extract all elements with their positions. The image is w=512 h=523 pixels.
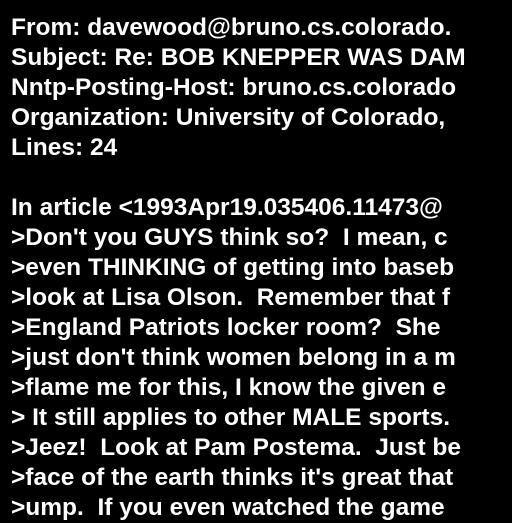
quoted-line: >face of the earth thinks it's great tha… <box>11 464 454 491</box>
quoted-line: >flame me for this, I know the given e <box>11 374 446 401</box>
header-from: From: davewood@bruno.cs.colorado. <box>11 14 452 41</box>
quoted-line: >look at Lisa Olson. Remember that f <box>11 284 451 311</box>
quoted-line: >England Patriots locker room? She <box>11 314 441 341</box>
header-organization: Organization: University of Colorado, <box>11 104 446 131</box>
message-document: From: davewood@bruno.cs.colorado. Subjec… <box>11 13 512 523</box>
header-posting-host: Nntp-Posting-Host: bruno.cs.colorado <box>11 74 457 101</box>
quoted-line: >even THINKING of getting into baseb <box>11 254 455 281</box>
quoted-line: > It still applies to other MALE sports. <box>11 404 451 431</box>
header-lines: Lines: 24 <box>11 134 118 161</box>
quoted-line: >ump. If you even watched the game <box>11 494 445 521</box>
body-attribution: In article <1993Apr19.035406.11473@ <box>11 194 443 221</box>
page: { "colors": { "background": "#000000", "… <box>0 0 512 521</box>
header-subject: Subject: Re: BOB KNEPPER WAS DAM <box>11 44 466 71</box>
quoted-line: >Don't you GUYS think so? I mean, c <box>11 224 448 251</box>
quoted-line: >Jeez! Look at Pam Postema. Just be <box>11 434 462 461</box>
quoted-line: >just don't think women belong in a m <box>11 344 456 371</box>
